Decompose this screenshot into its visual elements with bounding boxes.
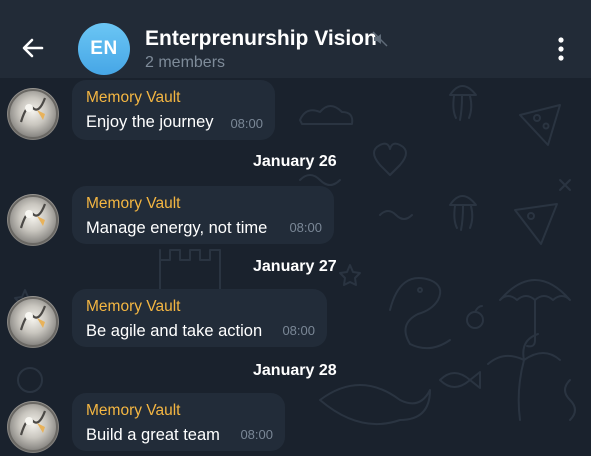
sender-name[interactable]: Memory Vault [86, 195, 180, 213]
message-time: 08:00 [289, 220, 322, 235]
message-text: Manage energy, not time [86, 219, 268, 237]
sender-avatar[interactable] [7, 296, 59, 348]
message-time: 08:00 [240, 427, 273, 442]
sender-name[interactable]: Memory Vault [86, 402, 180, 420]
date-separator: January 28 [253, 362, 337, 379]
message-text: Be agile and take action [86, 322, 263, 340]
coin-avatar-image [8, 297, 58, 347]
chat-screen: EN Enterprenurship Vision 2 members Memo… [0, 0, 591, 456]
coin-avatar-image [8, 195, 58, 245]
vertical-dots-icon[interactable] [552, 36, 570, 62]
sender-name[interactable]: Memory Vault [86, 89, 180, 107]
message-bubble[interactable]: Memory Vault Manage energy, not time 08:… [72, 186, 334, 244]
message-bubble[interactable]: Memory Vault Enjoy the journey 08:00 [72, 80, 275, 140]
group-avatar[interactable]: EN [78, 23, 130, 75]
sender-avatar[interactable] [7, 401, 59, 453]
message-time: 08:00 [230, 116, 263, 131]
chat-title[interactable]: Enterprenurship Vision [145, 27, 377, 51]
sender-avatar[interactable] [7, 194, 59, 246]
message-bubble[interactable]: Memory Vault Build a great team 08:00 [72, 393, 285, 451]
date-separator: January 27 [253, 258, 337, 275]
sender-name[interactable]: Memory Vault [86, 298, 180, 316]
message-text: Enjoy the journey [86, 113, 214, 131]
date-separator: January 26 [253, 153, 337, 170]
muted-speaker-icon [372, 31, 388, 47]
sender-avatar[interactable] [7, 88, 59, 140]
chat-header: EN Enterprenurship Vision 2 members [0, 0, 591, 78]
message-bubble[interactable]: Memory Vault Be agile and take action 08… [72, 289, 327, 347]
arrow-left-icon[interactable] [18, 33, 48, 63]
message-time: 08:00 [282, 323, 315, 338]
member-count: 2 members [145, 54, 226, 71]
coin-avatar-image [8, 402, 58, 452]
message-text: Build a great team [86, 426, 220, 444]
coin-avatar-image [8, 89, 58, 139]
